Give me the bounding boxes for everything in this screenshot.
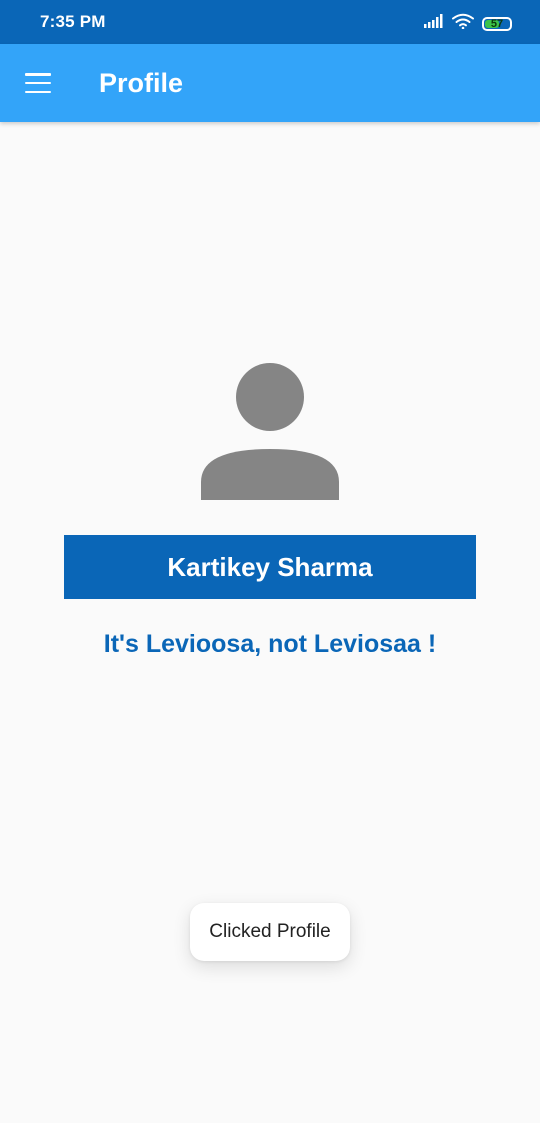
status-icons: 57 [424, 13, 512, 34]
menu-button[interactable] [20, 68, 56, 98]
toast-text: Clicked Profile [209, 921, 331, 942]
battery-level: 57 [490, 17, 504, 30]
hamburger-menu-icon[interactable] [25, 73, 51, 93]
profile-quote: It's Levioosa, not Leviosaa ! [103, 630, 437, 658]
page-title: Profile [99, 68, 184, 98]
toast-message: Clicked Profile [190, 903, 350, 961]
battery-icon: 57 [482, 16, 512, 31]
profile-name-banner: Kartikey Sharma [64, 535, 476, 599]
person-avatar-icon [200, 362, 340, 502]
profile-name: Kartikey Sharma [167, 551, 373, 582]
status-bar: 7:35 PM 57 [0, 0, 540, 44]
wifi-icon [452, 13, 474, 34]
app-bar: Profile [0, 44, 540, 122]
signal-icon [424, 14, 444, 33]
status-time: 7:35 PM [40, 12, 106, 31]
